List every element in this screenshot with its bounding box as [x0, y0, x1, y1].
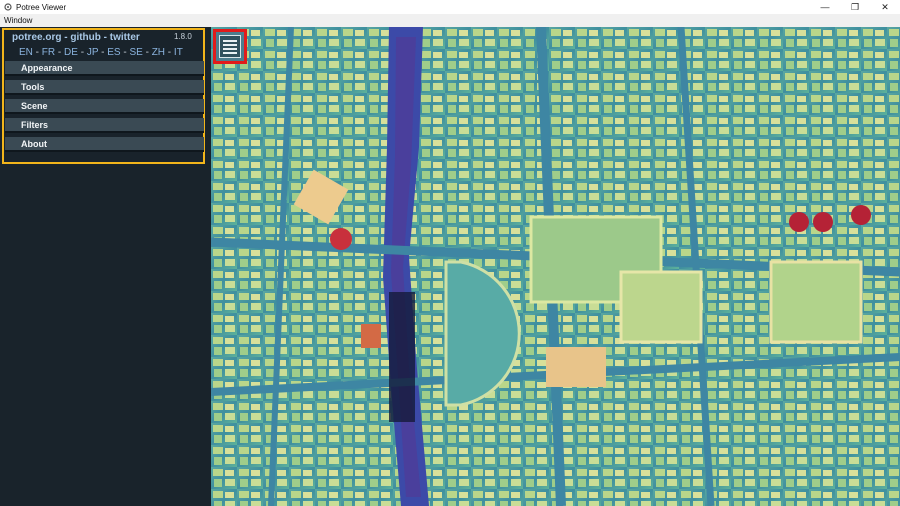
link-separator: - — [61, 32, 71, 43]
potree-link[interactable]: potree.org — [12, 32, 61, 43]
menu-window[interactable]: Window — [0, 16, 36, 25]
lang-se[interactable]: SE — [129, 47, 142, 58]
menu-scene-button[interactable]: Scene — [5, 99, 204, 114]
menu-toggle-icon[interactable] — [219, 35, 241, 58]
lang-es[interactable]: ES — [107, 47, 120, 58]
language-selector: EN - FR - DE - JP - ES - SE - ZH - IT — [19, 47, 183, 58]
lang-separator: - — [142, 47, 152, 58]
twitter-link[interactable]: twitter — [110, 32, 140, 43]
header-links: potree.org - github - twitter — [12, 32, 140, 43]
menu-bar: Window — [0, 14, 900, 27]
menu-filters-button[interactable]: Filters — [5, 118, 204, 133]
sidebar: potree.org - github - twitter 1.8.0 EN -… — [0, 27, 211, 506]
window-controls: — ❐ ✕ — [810, 0, 900, 14]
menu-about-button[interactable]: About — [5, 137, 204, 152]
menu-tools-button[interactable]: Tools — [5, 80, 204, 95]
window-title: Potree Viewer — [16, 2, 67, 12]
version-label: 1.8.0 — [174, 32, 192, 41]
link-separator: - — [100, 32, 110, 43]
lang-separator: - — [165, 47, 174, 58]
lang-separator: - — [98, 47, 108, 58]
menu-appearance-button[interactable]: Appearance — [5, 61, 204, 76]
lang-zh[interactable]: ZH — [152, 47, 165, 58]
github-link[interactable]: github — [70, 32, 101, 43]
point-cloud-viewport[interactable] — [211, 27, 900, 506]
sidebar-toggle-highlight — [213, 29, 247, 64]
lang-jp[interactable]: JP — [87, 47, 99, 58]
restore-button[interactable]: ❐ — [840, 0, 870, 14]
lang-en[interactable]: EN — [19, 47, 33, 58]
title-bar: Potree Viewer — ❐ ✕ — [0, 0, 900, 14]
lang-de[interactable]: DE — [64, 47, 78, 58]
lang-fr[interactable]: FR — [42, 47, 55, 58]
lang-separator: - — [32, 47, 42, 58]
lang-separator: - — [55, 47, 65, 58]
lang-separator: - — [77, 47, 87, 58]
close-button[interactable]: ✕ — [870, 0, 900, 14]
app-icon — [4, 3, 12, 11]
point-cloud-render — [211, 27, 900, 506]
minimize-button[interactable]: — — [810, 0, 840, 14]
lang-it[interactable]: IT — [174, 47, 183, 58]
